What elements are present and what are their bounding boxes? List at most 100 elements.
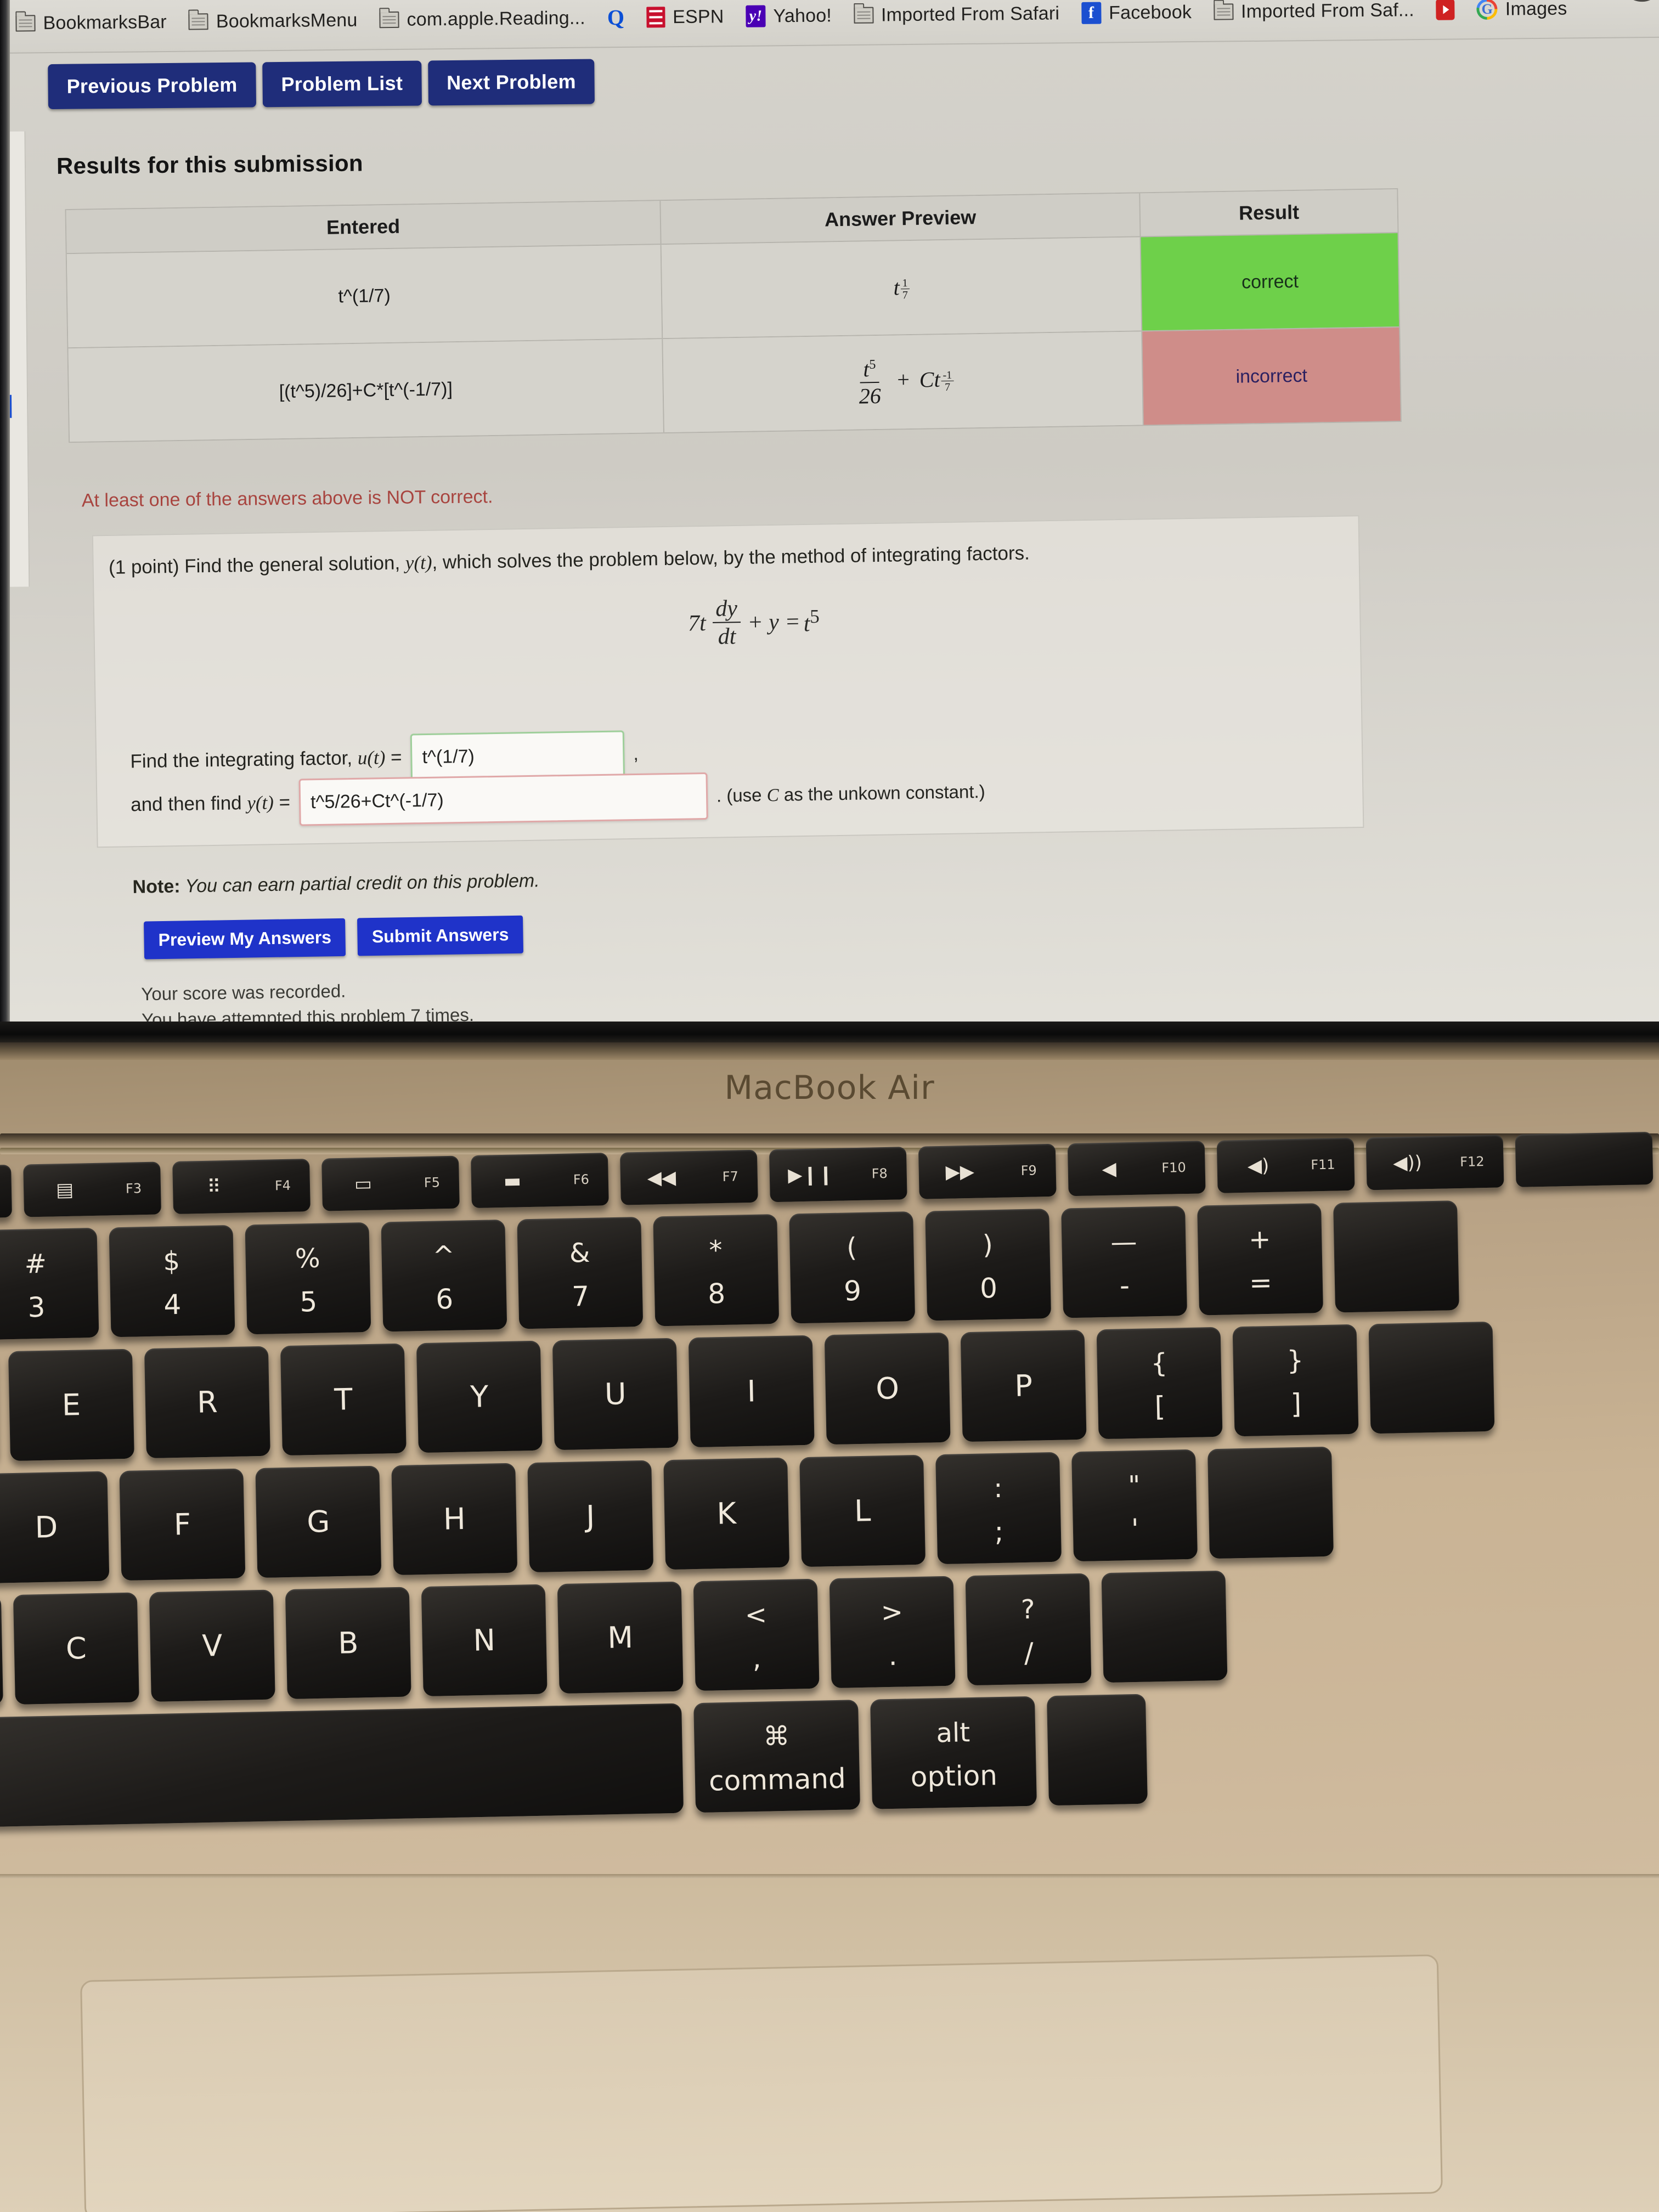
key-f10[interactable]: ◀ F10 — [1067, 1141, 1206, 1197]
bookmark-youtube[interactable] — [1436, 0, 1455, 26]
key-7[interactable]: & 7 — [517, 1216, 644, 1329]
key-f6[interactable]: ▬ F6 — [470, 1153, 609, 1209]
key-r[interactable]: R — [144, 1346, 270, 1459]
key-j[interactable]: J — [527, 1460, 654, 1573]
bookmark-bookmarksbar[interactable]: BookmarksBar — [15, 5, 167, 40]
bookmark-quora[interactable]: Q — [607, 1, 625, 34]
key-f2[interactable]: ☀F2 — [0, 1164, 13, 1220]
key-e-label: E — [61, 1387, 81, 1423]
key-f11-fn-label: F11 — [1311, 1156, 1335, 1173]
bookmark-yahoo[interactable]: y! Yahoo! — [746, 0, 832, 33]
key-punct[interactable]: " ' — [1071, 1449, 1198, 1562]
next-problem-button[interactable]: Next Problem — [427, 59, 595, 106]
key-return[interactable] — [1207, 1446, 1334, 1559]
previous-problem-button[interactable]: Previous Problem — [48, 62, 256, 110]
key-f3[interactable]: ▤ F3 — [23, 1161, 162, 1217]
key--[interactable]: — - — [1061, 1206, 1188, 1318]
key-option-right[interactable]: alt option — [870, 1696, 1037, 1809]
preview-my-answers-button[interactable]: Preview My Answers — [144, 918, 346, 960]
bookmark-facebook[interactable]: f Facebook — [1081, 0, 1192, 30]
key-space[interactable] — [0, 1703, 684, 1827]
answer-form-buttons: Preview My Answers Submit Answers — [144, 915, 523, 960]
key-h[interactable]: H — [391, 1463, 518, 1576]
exponent-numerator: -1 — [941, 369, 954, 382]
key-shift-right[interactable] — [1101, 1570, 1228, 1683]
bookmark-label: ESPN — [672, 5, 724, 27]
key-f12-glyph-icon: ◀)) — [1392, 1152, 1423, 1175]
bookmark-images[interactable]: Images — [1476, 0, 1567, 26]
key-x[interactable]: X — [0, 1595, 3, 1708]
key-3[interactable]: #3 — [0, 1227, 99, 1340]
key-f8[interactable]: ▶❙❙ F8 — [769, 1147, 907, 1203]
bookmark-star-icon[interactable]: ☆ — [1581, 0, 1612, 3]
key-8[interactable]: * 8 — [653, 1214, 780, 1327]
key-arrow-left[interactable] — [1046, 1694, 1148, 1806]
key-u[interactable]: U — [552, 1338, 679, 1451]
key-f5[interactable]: ▭ F5 — [321, 1155, 460, 1211]
key-eject[interactable] — [1515, 1131, 1654, 1187]
trackpad[interactable] — [80, 1954, 1443, 2212]
bookmark-bookmarksmenu[interactable]: BookmarksMenu — [188, 4, 358, 38]
keyboard-number-row: @2#3$4%5^6&7*8(9)0—-+= — [0, 1200, 1460, 1342]
key-9[interactable]: (9 — [789, 1211, 916, 1324]
key-delete[interactable] — [1333, 1200, 1460, 1313]
key-f12[interactable]: ◀)) F12 — [1365, 1135, 1504, 1190]
screen-content: BookmarksBar BookmarksMenu com.apple.Rea… — [0, 0, 1659, 1042]
key-j-label: J — [585, 1499, 595, 1534]
key-v[interactable]: V — [149, 1589, 275, 1702]
key-l[interactable]: L — [799, 1454, 926, 1567]
key-g[interactable]: G — [255, 1465, 382, 1578]
key-=[interactable]: + = — [1197, 1203, 1324, 1316]
key-k[interactable]: K — [663, 1457, 790, 1570]
bookmark-label: Yahoo! — [773, 4, 832, 26]
key-f7[interactable]: ◀◀ F7 — [619, 1149, 758, 1205]
key-o[interactable]: O — [824, 1332, 951, 1445]
submit-answers-button[interactable]: Submit Answers — [357, 915, 523, 956]
bookmark-espn[interactable]: ESPN — [646, 0, 724, 33]
key-y[interactable]: Y — [416, 1340, 543, 1453]
key-backslash[interactable] — [1368, 1321, 1495, 1434]
key-0[interactable]: ) 0 — [925, 1209, 1052, 1321]
key-punct[interactable]: ? / — [965, 1573, 1092, 1686]
key-f[interactable]: F — [119, 1468, 246, 1581]
integrating-factor-input[interactable]: t^(1/7) — [410, 730, 625, 781]
key-f11[interactable]: ◀) F11 — [1216, 1137, 1355, 1193]
key-command-right[interactable]: ⌘ command — [693, 1700, 861, 1813]
bookmark-com-apple-reading[interactable]: com.apple.Reading... — [379, 2, 585, 37]
bookmark-imported-from-saf[interactable]: Imported From Saf... — [1213, 0, 1414, 29]
key-punct[interactable]: >. — [829, 1576, 956, 1689]
math-coefficient: Ct — [919, 366, 940, 392]
key-punct[interactable]: :; — [935, 1452, 1062, 1565]
key-6[interactable]: ^ 6 — [381, 1219, 507, 1332]
key-4-lower-label: 4 — [163, 1288, 182, 1321]
key-p[interactable]: P — [960, 1329, 1087, 1442]
key-punct-lower-label: / — [1024, 1637, 1034, 1669]
key-f6-glyph-icon: ▬ — [503, 1170, 522, 1192]
key-m[interactable]: M — [557, 1581, 684, 1694]
bookmark-imported-from-safari[interactable]: Imported From Safari — [853, 0, 1060, 32]
integrating-factor-label: Find the integrating factor, u(t) = — [130, 746, 402, 772]
exponent-denominator: 7 — [902, 289, 909, 302]
key-d[interactable]: D — [0, 1471, 110, 1584]
key-5[interactable]: % 5 — [245, 1222, 371, 1335]
key-f9[interactable]: ▶▶ F9 — [918, 1143, 1057, 1199]
problem-statement-variable: y(t) — [405, 551, 432, 574]
key-f9-fn-label: F9 — [1020, 1163, 1037, 1179]
key-bracket[interactable]: }] — [1232, 1324, 1359, 1437]
cell-entered: [(t^5)/26]+C*[t^(-1/7)] — [68, 339, 665, 442]
key-punct-lower-label: , — [752, 1642, 762, 1675]
key-4[interactable]: $4 — [109, 1224, 235, 1338]
key-f5-glyph-icon: ▭ — [354, 1172, 373, 1195]
key-e[interactable]: E — [8, 1348, 134, 1462]
key-n[interactable]: N — [421, 1584, 548, 1697]
key-punct[interactable]: <, — [693, 1578, 820, 1691]
solution-input[interactable]: t^5/26+Ct^(-1/7) — [298, 772, 708, 826]
key-c[interactable]: C — [13, 1592, 139, 1705]
key-b[interactable]: B — [285, 1587, 411, 1700]
avatar[interactable] — [1620, 0, 1659, 2]
key-t[interactable]: T — [280, 1343, 407, 1456]
key-f4[interactable]: ⠿ F4 — [172, 1159, 311, 1215]
key-i[interactable]: I — [688, 1335, 815, 1448]
problem-list-button[interactable]: Problem List — [262, 60, 422, 108]
key-bracket[interactable]: {[ — [1096, 1327, 1223, 1440]
